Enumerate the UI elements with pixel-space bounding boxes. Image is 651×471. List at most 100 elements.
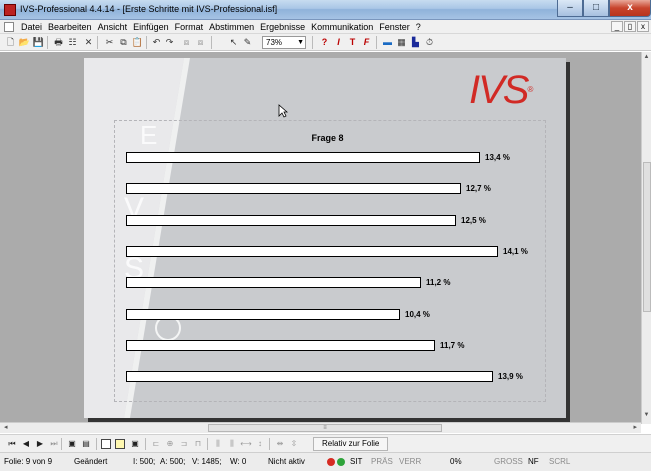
box-yellow-icon[interactable] — [115, 439, 125, 449]
next-slide-icon[interactable]: ▶ — [34, 438, 46, 450]
bar-value-label: 11,7 % — [440, 341, 465, 350]
status-v: V: 1485; — [192, 457, 222, 466]
size-height-icon[interactable]: ↕ — [254, 438, 266, 450]
spacing-v-icon[interactable]: ⇳ — [288, 438, 300, 450]
last-slide-icon[interactable]: ⏭ — [48, 438, 60, 450]
menu-item-[interactable]: ? — [413, 21, 424, 33]
vertical-scroll-thumb[interactable] — [643, 162, 651, 312]
document-window-controls: _ ▯ x — [611, 21, 649, 32]
status-bar: Folie: 9 von 9 Geändert I: 500; A: 500; … — [0, 452, 651, 471]
status-percent: 0% — [450, 457, 462, 466]
document-icon[interactable] — [4, 22, 14, 32]
horizontal-scrollbar[interactable]: ◂ ≡ ▸ — [0, 422, 641, 433]
maximize-button[interactable]: □ — [583, 0, 609, 17]
status-scrl: SCRL — [549, 457, 571, 466]
status-a: A: 500; — [160, 457, 186, 466]
bar[interactable] — [126, 277, 421, 288]
properties-icon[interactable]: ☷ — [66, 36, 79, 49]
cut-icon[interactable]: ✂ — [103, 36, 116, 49]
scroll-up-icon[interactable]: ▲ — [642, 54, 651, 64]
bar[interactable] — [126, 246, 498, 257]
close-button[interactable]: x — [609, 0, 651, 17]
scroll-right-icon[interactable]: ▸ — [633, 423, 637, 431]
relative-to-slide-button[interactable]: Relativ zur Folie — [313, 437, 389, 451]
distribute-v-icon[interactable]: ⫼ — [226, 438, 238, 450]
menu-item-ergebnisse[interactable]: Ergebnisse — [257, 21, 308, 33]
ivs-logo: IVS® — [469, 68, 533, 112]
bring-front-icon[interactable]: ⧈ — [180, 36, 193, 49]
scroll-down-icon[interactable]: ▼ — [642, 412, 651, 422]
menu-item-ansicht[interactable]: Ansicht — [95, 21, 131, 33]
bar[interactable] — [126, 309, 400, 320]
align-top-icon[interactable]: ⊓ — [192, 438, 204, 450]
timer-icon[interactable]: ⏱ — [423, 36, 436, 49]
vertical-scrollbar[interactable]: ▲ ▼ — [641, 52, 651, 424]
app-icon[interactable] — [4, 4, 16, 16]
status-w: W: 0 — [230, 457, 247, 466]
bar-value-label: 12,7 % — [466, 184, 491, 193]
text-icon[interactable]: T — [346, 36, 359, 49]
new-file-icon[interactable]: 🗋 — [4, 36, 17, 49]
menu-item-einfügen[interactable]: Einfügen — [130, 21, 172, 33]
scroll-left-icon[interactable]: ◂ — [4, 423, 8, 431]
size-width-icon[interactable]: ⟷ — [240, 438, 252, 450]
redo-icon[interactable]: ↷ — [163, 36, 176, 49]
pointer-icon[interactable]: ↖ — [227, 36, 240, 49]
bar[interactable] — [126, 371, 493, 382]
doc-minimize-button[interactable]: _ — [611, 21, 623, 32]
bar-chart-icon[interactable]: ▙ — [409, 36, 422, 49]
grid-icon[interactable]: ▦ — [395, 36, 408, 49]
save-icon[interactable]: 💾 — [32, 36, 45, 49]
status-nf: NF — [528, 457, 539, 466]
bar[interactable] — [126, 183, 461, 194]
slide[interactable]: E V S IVS® Frage 8 13,4 % 12,7 % 12,5 % 14,… — [84, 58, 566, 418]
align-left-icon[interactable]: ⊏ — [150, 438, 162, 450]
menu-item-fenster[interactable]: Fenster — [376, 21, 413, 33]
bar[interactable] — [126, 152, 480, 163]
status-sit: SIT — [350, 457, 363, 466]
doc-restore-button[interactable]: ▯ — [624, 21, 636, 32]
italic-icon[interactable]: I — [332, 36, 345, 49]
help-icon[interactable]: ? — [318, 36, 331, 49]
align-center-icon[interactable]: ⊕ — [164, 438, 176, 450]
minimize-button[interactable]: – — [557, 0, 583, 17]
spacing-h-icon[interactable]: ⇹ — [274, 438, 286, 450]
menu-item-kommunikation[interactable]: Kommunikation — [308, 21, 376, 33]
send-back-icon[interactable]: ⧈ — [194, 36, 207, 49]
bar[interactable] — [126, 215, 456, 226]
distribute-h-icon[interactable]: ⫼ — [212, 438, 224, 450]
box-white-icon[interactable] — [101, 439, 111, 449]
menu-list: Datei Bearbeiten Ansicht Einfügen Format Abst… — [18, 21, 424, 33]
slide-sorter-icon[interactable]: ▤ — [80, 438, 92, 450]
chart-title: Frage 8 — [311, 133, 344, 143]
bar[interactable] — [126, 340, 435, 351]
bar-value-label: 13,4 % — [485, 153, 510, 162]
status-gross: GROSS — [494, 457, 523, 466]
pen-icon[interactable]: ✎ — [241, 36, 254, 49]
copy-icon[interactable]: ⧉ — [117, 36, 130, 49]
mouse-pointer-icon — [278, 104, 288, 118]
menu-bar: Datei Bearbeiten Ansicht Einfügen Format Abst… — [0, 20, 651, 34]
gradient-icon[interactable]: ▬ — [381, 36, 394, 49]
menu-item-datei[interactable]: Datei — [18, 21, 45, 33]
window-icon[interactable]: ▣ — [129, 438, 141, 450]
menu-item-bearbeiten[interactable]: Bearbeiten — [45, 21, 95, 33]
align-right-icon[interactable]: ⊐ — [178, 438, 190, 450]
first-slide-icon[interactable]: ⏮ — [6, 438, 18, 450]
undo-icon[interactable]: ↶ — [150, 36, 163, 49]
open-folder-icon[interactable]: 📂 — [18, 36, 31, 49]
previous-slide-icon[interactable]: ◀ — [20, 438, 32, 450]
menu-item-abstimmen[interactable]: Abstimmen — [206, 21, 257, 33]
title-bar: IVS-Professional 4.4.14 - [Erste Schritt… — [0, 0, 651, 20]
horizontal-scroll-thumb[interactable]: ≡ — [208, 424, 442, 432]
doc-close-button[interactable]: x — [637, 21, 649, 32]
status-slide: Folie: 9 von 9 — [4, 457, 53, 466]
delete-icon[interactable]: ✕ — [82, 36, 95, 49]
paste-icon[interactable]: 📋 — [131, 36, 144, 49]
window-controls: – □ x — [557, 0, 651, 18]
slide-view-icon[interactable]: ▣ — [66, 438, 78, 450]
print-icon[interactable]: 🖶 — [52, 36, 65, 49]
zoom-select[interactable]: 73% ▼ — [262, 36, 306, 49]
menu-item-format[interactable]: Format — [172, 21, 207, 33]
font-icon[interactable]: F — [360, 36, 373, 49]
